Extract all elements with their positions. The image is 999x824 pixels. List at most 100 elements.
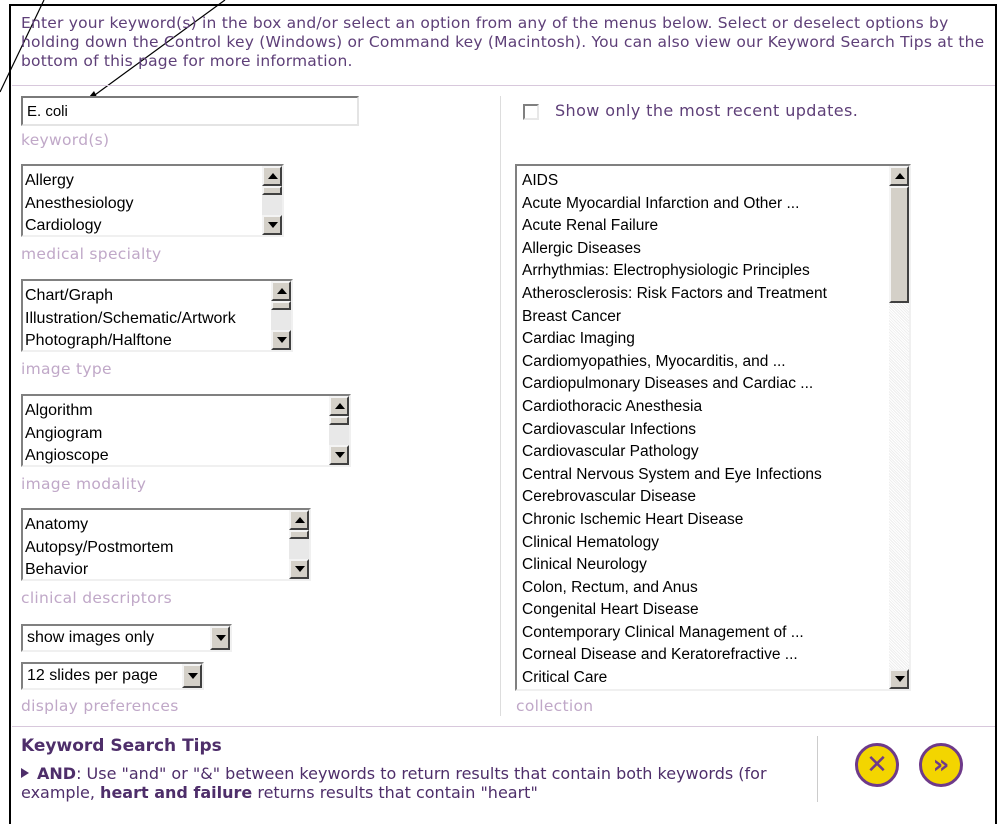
list-item[interactable]: Allergy xyxy=(25,170,260,193)
arrow-down-icon xyxy=(268,222,278,228)
go-button[interactable]: » xyxy=(919,743,963,787)
arrow-down-icon xyxy=(277,337,287,343)
scroll-up-button[interactable] xyxy=(271,281,291,301)
chevron-down-icon xyxy=(216,635,226,641)
divider xyxy=(12,726,995,727)
collection-option[interactable]: Central Nervous System and Eye Infection… xyxy=(522,464,885,487)
collection-option[interactable]: Cardiovascular Pathology xyxy=(522,441,885,464)
list-item[interactable]: Autopsy/Postmortem xyxy=(25,537,287,560)
clinical-descriptors-listbox[interactable]: Anatomy Autopsy/Postmortem Behavior xyxy=(21,508,311,581)
scroll-down-button[interactable] xyxy=(262,215,282,235)
image-modality-label: image modality xyxy=(21,475,147,493)
collection-option[interactable]: Chronic Ischemic Heart Disease xyxy=(522,509,885,532)
scroll-down-button[interactable] xyxy=(289,559,309,579)
collection-option[interactable]: Cerebrovascular Disease xyxy=(522,486,885,509)
tip-keyword: AND xyxy=(37,764,77,783)
medical-specialty-label: medical specialty xyxy=(21,245,162,263)
arrow-up-icon xyxy=(335,403,345,409)
image-type-label: image type xyxy=(21,360,112,378)
scrollbar[interactable] xyxy=(329,396,349,465)
collection-option[interactable]: Cardiovascular Infections xyxy=(522,419,885,442)
collection-option[interactable]: Acute Myocardial Infarction and Other ..… xyxy=(522,193,885,216)
scroll-down-button[interactable] xyxy=(889,669,909,689)
clear-button[interactable]: ✕ xyxy=(855,743,899,787)
dropdown-button[interactable] xyxy=(210,626,230,650)
image-modality-listbox[interactable]: Algorithm Angiogram Angioscope xyxy=(21,394,351,467)
bullet-icon xyxy=(21,768,29,778)
keyword-label: keyword(s) xyxy=(21,131,110,149)
collection-option[interactable]: AIDS xyxy=(522,170,885,193)
collection-option[interactable]: Colon, Rectum, and Anus xyxy=(522,577,885,600)
collection-option[interactable]: Clinical Hematology xyxy=(522,532,885,555)
column-divider xyxy=(500,96,501,716)
list-item[interactable]: Behavior xyxy=(25,559,287,579)
medical-specialty-listbox[interactable]: Allergy Anesthesiology Cardiology xyxy=(21,164,284,237)
collection-option[interactable]: Cardiopulmonary Diseases and Cardiac ... xyxy=(522,373,885,396)
scrollbar-thumb[interactable] xyxy=(271,301,291,310)
scrollbar-thumb[interactable] xyxy=(262,186,282,195)
list-item[interactable]: Angioscope xyxy=(25,445,327,465)
collection-option[interactable]: Clinical Neurology xyxy=(522,554,885,577)
scrollbar-thumb[interactable] xyxy=(289,530,309,539)
list-item[interactable]: Algorithm xyxy=(25,400,327,423)
collection-option[interactable]: Contemporary Clinical Management of ... xyxy=(522,622,885,645)
collection-option[interactable]: Cardiomyopathies, Myocarditis, and ... xyxy=(522,351,885,374)
tip-example: heart and failure xyxy=(100,783,253,802)
search-tip-and: AND: Use "and" or "&" between keywords t… xyxy=(21,764,811,802)
list-item[interactable]: Anatomy xyxy=(25,514,287,537)
recent-updates-checkbox[interactable] xyxy=(523,104,539,120)
list-item[interactable]: Chart/Graph xyxy=(25,285,269,308)
list-item[interactable]: Angiogram xyxy=(25,423,327,446)
collection-option[interactable]: Atherosclerosis: Risk Factors and Treatm… xyxy=(522,283,885,306)
list-item[interactable]: Photograph/Halftone xyxy=(25,330,269,350)
keyword-input[interactable]: E. coli xyxy=(21,96,359,126)
search-tips-heading: Keyword Search Tips xyxy=(21,736,222,756)
show-images-select[interactable]: show images only xyxy=(21,624,232,652)
arrow-up-icon xyxy=(295,517,305,523)
scrollbar[interactable] xyxy=(262,166,282,235)
tip-text: returns results that contain "heart" xyxy=(252,783,538,802)
collection-option[interactable]: Cardiothoracic Anesthesia xyxy=(522,396,885,419)
scroll-up-button[interactable] xyxy=(262,166,282,186)
collection-option[interactable]: Acute Renal Failure xyxy=(522,215,885,238)
scrollbar-thumb[interactable] xyxy=(329,416,349,425)
collection-option[interactable]: Breast Cancer xyxy=(522,306,885,329)
image-type-listbox[interactable]: Chart/Graph Illustration/Schematic/Artwo… xyxy=(21,279,293,352)
chevron-down-icon xyxy=(188,673,198,679)
select-value: show images only xyxy=(27,629,155,646)
collection-option[interactable]: Corneal Disease and Keratorefractive ... xyxy=(522,644,885,667)
slides-per-page-select[interactable]: 12 slides per page xyxy=(21,662,204,690)
x-circle-icon: ✕ xyxy=(866,750,888,780)
scrollbar[interactable] xyxy=(271,281,291,350)
collection-label: collection xyxy=(516,697,594,715)
scroll-down-button[interactable] xyxy=(329,445,349,465)
scrollbar[interactable] xyxy=(889,166,909,689)
instructions-text: Enter your keyword(s) in the box and/or … xyxy=(21,14,985,70)
scroll-up-button[interactable] xyxy=(889,166,909,186)
arrow-up-icon xyxy=(277,288,287,294)
list-item[interactable]: Anesthesiology xyxy=(25,193,260,216)
list-item[interactable]: Cardiology xyxy=(25,215,260,235)
scrollbar-thumb[interactable] xyxy=(889,186,909,303)
arrow-up-icon xyxy=(268,173,278,179)
arrow-up-icon xyxy=(895,173,905,179)
collection-option[interactable]: Arrhythmias: Electrophysiologic Principl… xyxy=(522,260,885,283)
scroll-up-button[interactable] xyxy=(289,510,309,530)
scrollbar[interactable] xyxy=(289,510,309,579)
collection-listbox[interactable]: AIDS Acute Myocardial Infarction and Othe… xyxy=(515,164,911,691)
collection-option[interactable]: Congenital Heart Disease xyxy=(522,599,885,622)
collection-option[interactable]: Critical Care xyxy=(522,667,885,689)
display-preferences-label: display preferences xyxy=(21,697,179,715)
arrow-down-icon xyxy=(295,566,305,572)
scroll-up-button[interactable] xyxy=(329,396,349,416)
collection-option[interactable]: Cardiac Imaging xyxy=(522,328,885,351)
clinical-descriptors-label: clinical descriptors xyxy=(21,589,173,607)
double-chevron-right-icon: » xyxy=(932,750,950,780)
dropdown-button[interactable] xyxy=(182,664,202,688)
list-item[interactable]: Illustration/Schematic/Artwork xyxy=(25,308,269,331)
divider xyxy=(12,85,995,86)
arrow-down-icon xyxy=(335,452,345,458)
select-value: 12 slides per page xyxy=(27,667,158,684)
collection-option[interactable]: Allergic Diseases xyxy=(522,238,885,261)
scroll-down-button[interactable] xyxy=(271,330,291,350)
